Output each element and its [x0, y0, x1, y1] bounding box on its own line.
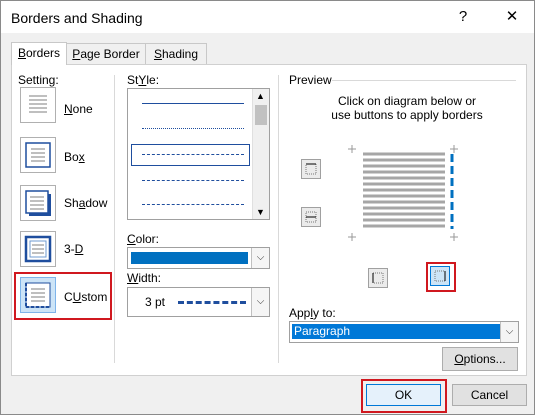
style-option-solid[interactable] — [142, 103, 244, 104]
setting-custom-icon[interactable] — [20, 277, 56, 313]
color-dropdown[interactable]: ⌵ — [127, 247, 270, 269]
cancel-button[interactable]: Cancel — [452, 384, 527, 406]
setting-none-label[interactable]: None — [64, 102, 93, 116]
chevron-down-icon[interactable]: ⌵ — [251, 288, 269, 316]
setting-3d-label[interactable]: 3-D — [64, 242, 83, 256]
apply-to-value: Paragraph — [292, 324, 500, 339]
apply-to-heading: Apply to: — [289, 306, 336, 320]
setting-none-icon[interactable] — [20, 87, 56, 123]
setting-heading: Setting: — [18, 73, 59, 87]
setting-custom-label[interactable]: CUstom — [64, 290, 107, 304]
scroll-thumb[interactable] — [255, 105, 267, 125]
setting-box-label[interactable]: Box — [64, 150, 85, 164]
color-heading: Color: — [127, 232, 160, 246]
preview-diagram[interactable] — [348, 145, 458, 241]
width-sample-line — [178, 301, 246, 304]
style-option-dashed-large[interactable] — [142, 180, 244, 181]
scroll-down-icon[interactable]: ▼ — [256, 207, 265, 217]
borders-and-shading-dialog: Borders and Shading ? ✕ Borders Page Bor… — [0, 0, 535, 415]
separator-left — [114, 75, 115, 363]
tab-borders[interactable]: Borders — [11, 42, 67, 65]
right-border-button[interactable] — [430, 266, 450, 286]
title-bar: Borders and Shading ? ✕ — [1, 1, 534, 33]
width-dropdown[interactable]: 3 pt ⌵ — [127, 287, 270, 317]
preview-heading: Preview — [289, 73, 332, 87]
width-value: 3 pt — [145, 295, 166, 309]
chevron-down-icon[interactable]: ⌵ — [251, 248, 269, 268]
borders-panel: Setting: None Box Shadow 3-D CUstom StYl… — [11, 64, 527, 376]
width-heading: Width: — [127, 271, 162, 285]
ok-button[interactable]: OK — [366, 384, 441, 406]
style-option-dashed-small[interactable] — [142, 154, 244, 155]
style-scrollbar[interactable]: ▲ ▼ — [252, 89, 269, 219]
tab-shading[interactable]: Shading — [145, 43, 207, 64]
preview-rule — [332, 80, 516, 81]
top-border-button[interactable] — [301, 159, 321, 179]
style-option-dash-dot[interactable] — [142, 204, 244, 205]
chevron-down-icon[interactable]: ⌵ — [500, 322, 518, 342]
setting-box-icon[interactable] — [20, 137, 56, 173]
style-heading: StYle: — [127, 73, 160, 87]
preview-instructions: Click on diagram below or use buttons to… — [331, 94, 483, 122]
scroll-up-icon[interactable]: ▲ — [256, 91, 265, 101]
apply-to-dropdown[interactable]: Paragraph ⌵ — [289, 321, 519, 343]
setting-3d-icon[interactable] — [20, 231, 56, 267]
color-swatch — [131, 252, 248, 264]
options-button[interactable]: Options... — [442, 347, 518, 371]
middle-border-button[interactable] — [301, 207, 321, 227]
dialog-title: Borders and Shading — [11, 10, 143, 26]
left-border-button[interactable] — [368, 268, 388, 288]
help-button[interactable]: ? — [448, 5, 478, 29]
setting-shadow-icon[interactable] — [20, 185, 56, 221]
style-listbox[interactable]: ▲ ▼ — [127, 88, 270, 220]
setting-shadow-label[interactable]: Shadow — [64, 196, 107, 210]
style-option-selected-frame — [131, 144, 250, 166]
style-option-dotted[interactable] — [142, 128, 244, 129]
separator-right — [278, 75, 279, 363]
close-button[interactable]: ✕ — [497, 5, 527, 29]
tab-page-border[interactable]: Page Border — [66, 43, 146, 64]
